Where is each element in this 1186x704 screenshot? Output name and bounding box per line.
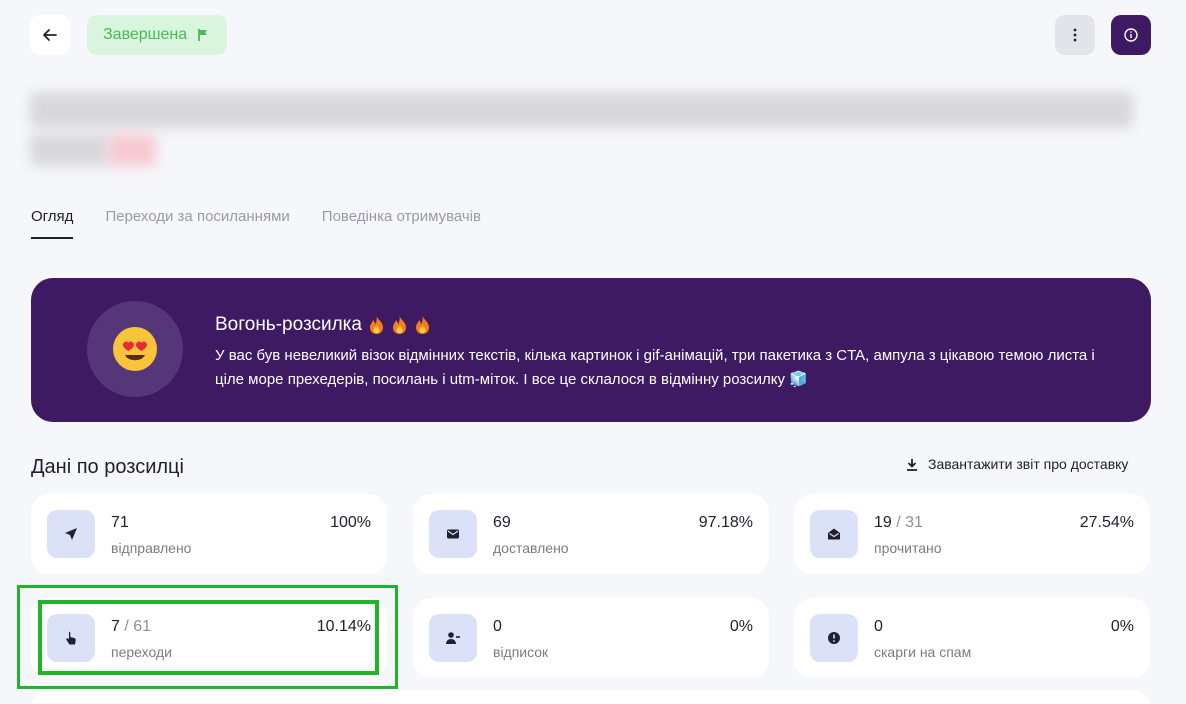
stat-label: відправлено xyxy=(111,540,192,556)
stat-value: 71 xyxy=(111,514,129,531)
section-title: Дані по розсилці xyxy=(31,456,184,478)
result-banner: Вогонь-розсилка У вас був невеликий візо… xyxy=(31,278,1151,422)
stat-percent: 100% xyxy=(330,514,371,531)
flag-icon xyxy=(198,29,208,41)
user-minus-icon xyxy=(429,614,477,662)
tab-bar: Огляд Переходи за посиланнями Поведінка … xyxy=(31,208,481,239)
stat-card-sent: 71 відправлено 100% xyxy=(31,494,387,574)
download-icon xyxy=(907,458,917,471)
stat-label: доставлено xyxy=(493,540,569,556)
stat-percent: 0% xyxy=(1110,618,1134,635)
status-badge: Завершена xyxy=(87,15,228,55)
vertical-dots-icon xyxy=(1073,28,1077,42)
highlight-outline-inner xyxy=(38,600,379,675)
download-report-link[interactable]: Завантажити звіт про доставку xyxy=(906,456,1128,472)
more-options-button[interactable] xyxy=(1055,15,1095,55)
heart-eyes-emoji-icon xyxy=(87,301,183,397)
stat-card-delivered: 69 доставлено 97.18% xyxy=(413,494,769,574)
banner-title: Вогонь-розсилка xyxy=(215,314,362,335)
tab-link-clicks[interactable]: Переходи за посиланнями xyxy=(105,208,289,239)
tab-recipient-behavior[interactable]: Поведінка отримувачів xyxy=(322,208,481,239)
fire-icon xyxy=(415,316,429,334)
status-label: Завершена xyxy=(103,26,188,43)
fire-icon xyxy=(392,316,406,334)
envelope-icon xyxy=(429,510,477,558)
open-envelope-icon xyxy=(810,510,858,558)
fire-icon xyxy=(369,316,383,334)
download-report-label: Завантажити звіт про доставку xyxy=(928,456,1129,472)
stat-value: 19 / 31 xyxy=(874,514,923,531)
info-icon xyxy=(1124,28,1138,42)
info-button[interactable] xyxy=(1111,15,1151,55)
send-icon xyxy=(47,510,95,558)
stat-percent: 27.54% xyxy=(1079,514,1134,531)
stat-label: відписок xyxy=(493,644,549,660)
stat-value: 69 xyxy=(493,514,511,531)
campaign-title-emoji-blurred xyxy=(108,134,156,166)
stat-value: 0 xyxy=(493,618,502,635)
stat-label: скарги на спам xyxy=(874,644,972,660)
arrow-left-icon xyxy=(43,29,57,41)
next-card-partial xyxy=(31,690,1151,704)
banner-description: У вас був невеликий візок відмінних текс… xyxy=(215,347,1095,388)
stat-label: прочитано xyxy=(874,540,942,556)
stat-percent: 0% xyxy=(729,618,753,635)
back-button[interactable] xyxy=(30,15,70,55)
campaign-title-blurred-2 xyxy=(30,134,110,166)
campaign-title-blurred xyxy=(30,92,1133,128)
stat-percent: 97.18% xyxy=(698,514,753,531)
stat-card-unsubscribes: 0 відписок 0% xyxy=(413,598,769,678)
alert-icon xyxy=(810,614,858,662)
tab-overview[interactable]: Огляд xyxy=(31,208,74,239)
banner-title-row: Вогонь-розсилка xyxy=(215,314,431,336)
stat-card-read: 19 / 31 прочитано 27.54% xyxy=(794,494,1150,574)
stat-value: 0 xyxy=(874,618,883,635)
stat-card-spam-complaints: 0 скарги на спам 0% xyxy=(794,598,1150,678)
